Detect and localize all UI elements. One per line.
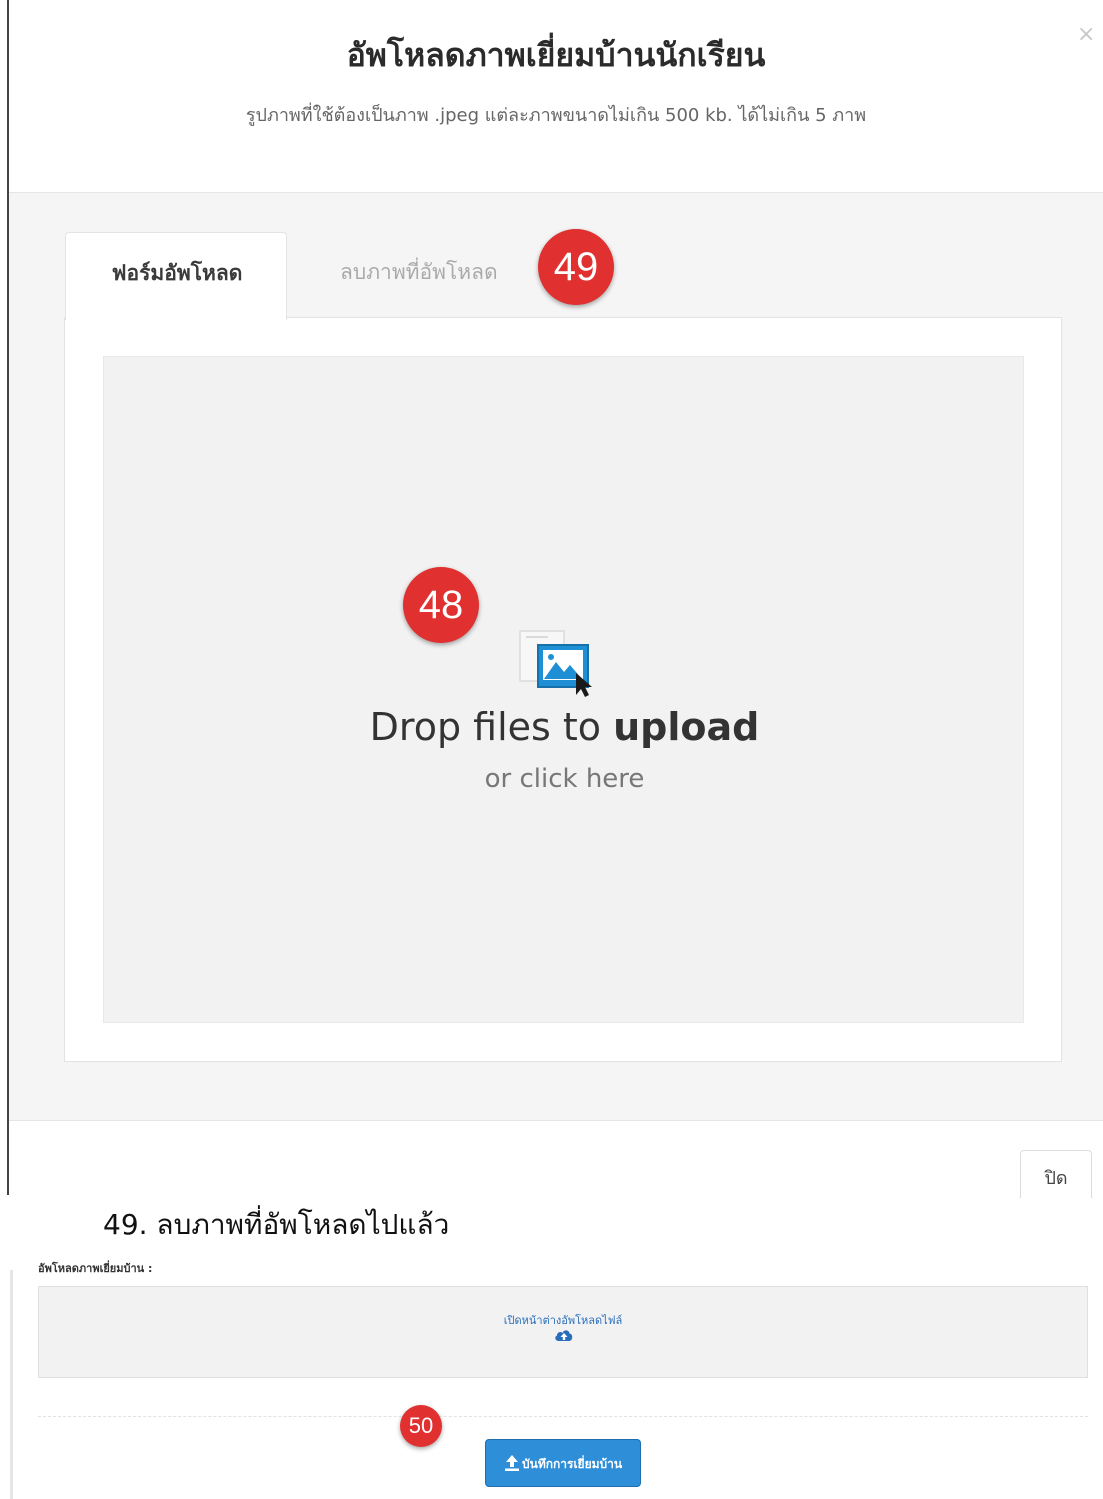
- annotation-badge-48: 48: [403, 567, 479, 643]
- caption: 49. ลบภาพที่อัพโหลดไปแล้ว: [103, 1208, 450, 1241]
- dropzone[interactable]: Drop files to upload or click here: [103, 356, 1024, 1023]
- tab-delete-uploaded-label: ลบภาพที่อัพโหลด: [340, 260, 498, 284]
- annotation-badge-50: 50: [400, 1405, 442, 1447]
- annotation-badge-49: 49: [538, 229, 614, 305]
- upload-modal: อัพโหลดภาพเยี่ยมบ้านนักเรียน รูปภาพที่ใช…: [0, 0, 1103, 1198]
- close-icon[interactable]: ×: [1077, 22, 1095, 47]
- close-button[interactable]: ปิด: [1020, 1150, 1092, 1198]
- dropzone-subtext: or click here: [484, 764, 645, 794]
- tab-delete-uploaded[interactable]: ลบภาพที่อัพโหลด: [300, 232, 550, 316]
- form-left-edge: [10, 1270, 13, 1499]
- tab-upload-form[interactable]: ฟอร์มอัพโหลด: [65, 232, 287, 320]
- cloud-upload-icon: [555, 1330, 573, 1341]
- form-separator: [38, 1416, 1088, 1417]
- modal-header: อัพโหลดภาพเยี่ยมบ้านนักเรียน รูปภาพที่ใช…: [9, 0, 1103, 193]
- form-label: อัพโหลดภาพเยี่ยมบ้าน :: [38, 1262, 153, 1275]
- upload-icon: [505, 1455, 519, 1471]
- dropzone-message-bold: upload: [613, 705, 760, 749]
- save-visit-label: บันทึกการเยี่ยมบ้าน: [522, 1457, 623, 1471]
- open-upload-window-button[interactable]: เปิดหน้าต่างอัพโหลดไฟล์: [38, 1286, 1088, 1378]
- modal-title: อัพโหลดภาพเยี่ยมบ้านนักเรียน: [346, 36, 766, 74]
- tab-upload-form-label: ฟอร์มอัพโหลด: [111, 261, 243, 285]
- modal-subtitle: รูปภาพที่ใช้ต้องเป็นภาพ .jpeg แต่ละภาพขน…: [245, 105, 867, 126]
- save-visit-button[interactable]: บันทึกการเยี่ยมบ้าน: [485, 1439, 641, 1487]
- dropzone-message: Drop files to upload: [104, 705, 1025, 749]
- dropzone-message-text: Drop files to: [369, 705, 614, 749]
- image-upload-icon: [519, 630, 592, 697]
